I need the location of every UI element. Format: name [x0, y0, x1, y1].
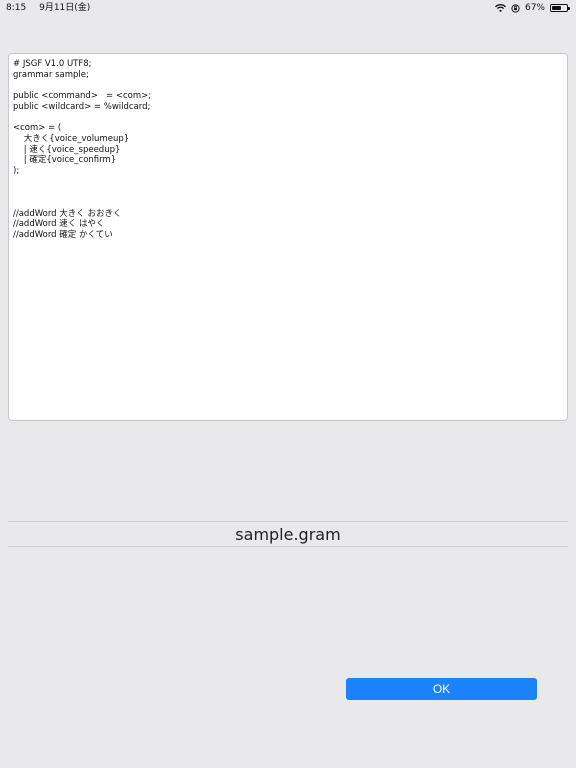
status-bar: 8:15 9月11日(金) 67% [0, 0, 576, 16]
editor-line: public <command> = <com>; [13, 91, 152, 102]
wifi-icon [495, 4, 506, 12]
battery-percent: 67% [524, 3, 545, 13]
editor-line: <com> = ( [13, 123, 62, 134]
editor-line: //addWord 確定 かくてい [13, 230, 113, 241]
status-right: 67% [495, 0, 570, 16]
lock-rotation-icon [511, 3, 520, 13]
status-date: 9月11日(金) [39, 3, 91, 13]
editor-line: public <wildcard> = %wildcard; [13, 101, 151, 112]
filename-label: sample.gram [8, 521, 568, 547]
editor-line: 大きく{voice_volumeup} [13, 133, 130, 144]
battery-fill [552, 6, 561, 10]
status-time: 8:15 [6, 3, 27, 13]
editor-line: grammar sample; [13, 69, 89, 80]
editor-line: | 速く{voice_speedup} [13, 144, 121, 155]
editor-line: ); [13, 166, 20, 176]
editor-line: | 確定{voice_confirm} [13, 155, 117, 166]
status-left: 8:15 9月11日(金) [6, 0, 90, 16]
ok-button[interactable]: OK [346, 678, 537, 700]
battery-icon [550, 4, 570, 12]
grammar-text-editor[interactable]: # JSGF V1.0 UTF8; grammar sample; public <… [8, 53, 568, 421]
editor-line: //addWord 大きく おおきく [13, 208, 122, 219]
editor-line: //addWord 速く はやく [13, 219, 105, 230]
editor-line: # JSGF V1.0 UTF8; [13, 59, 92, 69]
